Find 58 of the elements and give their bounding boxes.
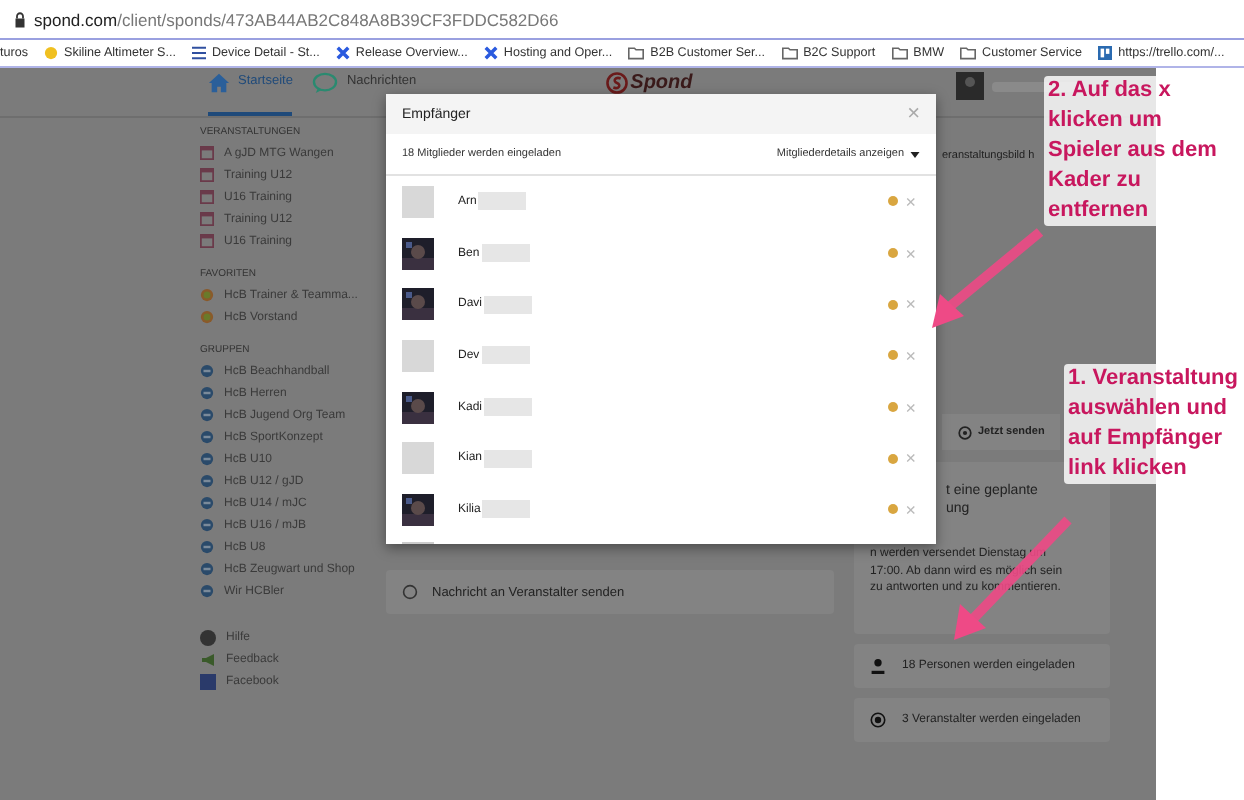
help-icon: [200, 629, 216, 645]
close-button[interactable]: ×: [907, 102, 920, 126]
cross-icon: [335, 46, 350, 60]
blurred-name: [478, 192, 527, 211]
calendar-icon: [200, 234, 214, 248]
chat-bubble-icon: [402, 584, 418, 600]
blurred-name: [482, 500, 531, 519]
blurred-name: [484, 295, 533, 314]
blurred-name: [484, 449, 533, 468]
facebook-icon: [200, 673, 216, 689]
clock-icon: [958, 425, 972, 439]
calendar-icon: [200, 190, 214, 204]
avatar: [402, 339, 434, 372]
remove-button[interactable]: ×: [905, 448, 916, 469]
calendar-icon: [200, 146, 214, 160]
folder-icon: [960, 46, 977, 60]
group-badge-icon: [200, 518, 214, 532]
calendar-icon: [200, 168, 214, 182]
remove-button[interactable]: ×: [905, 345, 916, 366]
group-badge-icon: [200, 474, 214, 488]
arrow: [932, 228, 1044, 328]
group-badge-icon: [200, 562, 214, 576]
group-badge-icon: [200, 408, 214, 422]
remove-button[interactable]: ×: [905, 397, 916, 418]
spond-logo[interactable]: Spond: [606, 72, 693, 94]
folder-icon: [628, 46, 645, 60]
blurred-name: [484, 398, 533, 417]
blurred-name: [481, 244, 530, 263]
remove-button[interactable]: ×: [905, 243, 916, 264]
remove-button[interactable]: ×: [905, 499, 916, 520]
blurred-name: [481, 346, 530, 365]
person-icon: [870, 658, 886, 674]
avatar[interactable]: [956, 72, 985, 100]
group-badge-icon: [200, 430, 214, 444]
avatar: [402, 442, 434, 475]
remove-button[interactable]: ×: [905, 294, 916, 315]
folder-icon: [781, 46, 798, 60]
remove-button[interactable]: ×: [905, 191, 916, 212]
caret-icon: [910, 151, 920, 157]
lock-icon: [14, 11, 26, 27]
group-badge-icon: [200, 584, 214, 598]
board-icon: [1098, 46, 1113, 60]
avatar: [402, 185, 434, 218]
group-badge-icon: [200, 452, 214, 466]
chat-bubble-icon: [312, 72, 339, 94]
logo-mark-icon: [606, 72, 629, 94]
list-icon: [192, 46, 206, 60]
group-badge-icon: [200, 364, 214, 378]
group-badge-icon: [200, 540, 214, 554]
group-badge-icon: [200, 386, 214, 400]
radio-icon: [870, 712, 886, 728]
folder-icon: [891, 46, 908, 60]
megaphone-icon: [200, 651, 216, 667]
home-icon: [208, 72, 230, 94]
group-badge-icon: [200, 496, 214, 510]
cross-icon: [483, 46, 498, 60]
calendar-icon: [200, 212, 214, 226]
address-field[interactable]: spond.com/client/sponds/473AB44AB2C848A8B39CF3FDDC582D66: [34, 9, 559, 29]
